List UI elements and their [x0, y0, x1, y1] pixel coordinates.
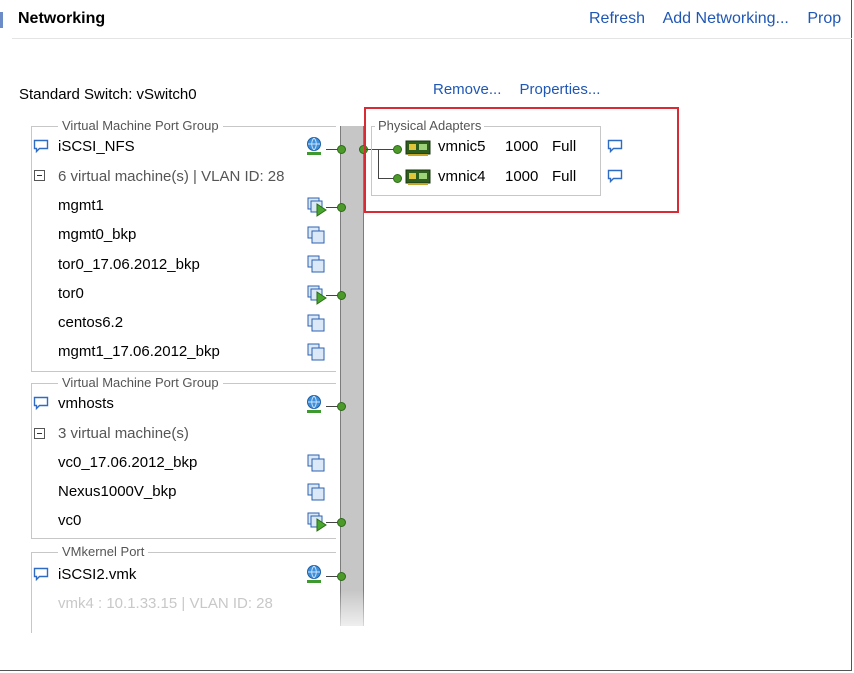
vm-name[interactable]: mgmt1: [58, 197, 104, 214]
remove-link[interactable]: Remove...: [433, 81, 501, 98]
speech-bubble-icon[interactable]: [607, 139, 623, 153]
refresh-link[interactable]: Refresh: [589, 10, 645, 27]
header-divider: [12, 38, 852, 39]
vm-icon: [307, 454, 325, 472]
vm-icon: [307, 483, 325, 501]
vm-icon: [307, 226, 325, 244]
vm-name[interactable]: mgmt0_bkp: [58, 226, 136, 243]
vm-name[interactable]: vc0_17.06.2012_bkp: [58, 454, 197, 471]
group-type-label: Virtual Machine Port Group: [58, 118, 223, 133]
port-connector-dot: [337, 203, 346, 212]
port-group-vmhosts[interactable]: Virtual Machine Port Group vmhosts 3 vir…: [31, 375, 336, 539]
vm-name[interactable]: vc0: [58, 512, 81, 529]
group-type-label: VMkernel Port: [58, 544, 149, 559]
vm-name[interactable]: Nexus1000V_bkp: [58, 483, 176, 500]
page-title: Networking: [18, 10, 106, 27]
speech-bubble-icon[interactable]: [33, 567, 49, 581]
switch-properties-link[interactable]: Properties...: [520, 81, 601, 98]
port-group-name: iSCSI2.vmk: [58, 566, 137, 583]
port-group-iscsi-nfs[interactable]: Virtual Machine Port Group iSCSI_NFS 6 v…: [31, 118, 336, 372]
group-type-label: Virtual Machine Port Group: [58, 375, 223, 390]
vm-icon: [307, 314, 325, 332]
speech-bubble-icon[interactable]: [33, 139, 49, 153]
collapse-toggle[interactable]: [34, 428, 45, 439]
vm-powered-on-icon: [307, 285, 327, 305]
properties-link[interactable]: Prop: [807, 10, 841, 27]
header-links: Refresh Add Networking... Prop: [589, 10, 854, 28]
nic-connector-dot: [393, 174, 402, 183]
network-globe-icon: [307, 137, 321, 155]
vm-name[interactable]: tor0_17.06.2012_bkp: [58, 256, 200, 273]
nic-speed: 1000: [505, 138, 539, 155]
nic-name[interactable]: vmnic5: [438, 138, 486, 155]
speech-bubble-icon[interactable]: [607, 169, 623, 183]
nic-speed: 1000: [505, 168, 539, 185]
switch-title: Standard Switch: vSwitch0: [19, 86, 197, 103]
port-group-name: iSCSI_NFS: [58, 138, 135, 155]
port-connector-dot: [337, 291, 346, 300]
vm-icon: [307, 343, 325, 361]
vm-icon: [307, 255, 325, 273]
port-connector-dot: [337, 145, 346, 154]
vm-powered-on-icon: [307, 197, 327, 217]
port-group-summary: 6 virtual machine(s) | VLAN ID: 28: [58, 168, 285, 185]
window-edge-marker: [0, 12, 3, 28]
physical-adapters-label: Physical Adapters: [375, 118, 485, 133]
network-globe-icon: [307, 565, 321, 583]
nic-duplex: Full: [552, 168, 577, 185]
vmkernel-port-group[interactable]: VMkernel Port iSCSI2.vmk vmk4 : 10.1.33.…: [31, 544, 336, 633]
vm-name[interactable]: tor0: [58, 285, 84, 302]
vm-name[interactable]: centos6.2: [58, 314, 123, 331]
nic-connector-dot: [393, 145, 402, 154]
port-connector-dot: [337, 518, 346, 527]
vm-powered-on-icon: [307, 512, 327, 532]
port-group-summary: 3 virtual machine(s): [58, 425, 189, 442]
network-card-icon: [405, 140, 431, 156]
collapse-toggle[interactable]: [34, 170, 45, 181]
add-networking-link[interactable]: Add Networking...: [663, 10, 789, 27]
switch-links: Remove... Properties...: [433, 81, 614, 98]
port-connector-dot: [337, 572, 346, 581]
port-connector-dot: [337, 402, 346, 411]
network-globe-icon: [307, 395, 321, 413]
speech-bubble-icon[interactable]: [33, 396, 49, 410]
port-group-name: vmhosts: [58, 395, 114, 412]
vswitch-spine: [340, 126, 364, 626]
network-card-icon: [405, 169, 431, 185]
spine-fade: [330, 590, 390, 640]
vm-name[interactable]: mgmt1_17.06.2012_bkp: [58, 343, 220, 360]
nic-duplex: Full: [552, 138, 577, 155]
port-group-summary: vmk4 : 10.1.33.15 | VLAN ID: 28: [58, 595, 273, 612]
nic-name[interactable]: vmnic4: [438, 168, 486, 185]
